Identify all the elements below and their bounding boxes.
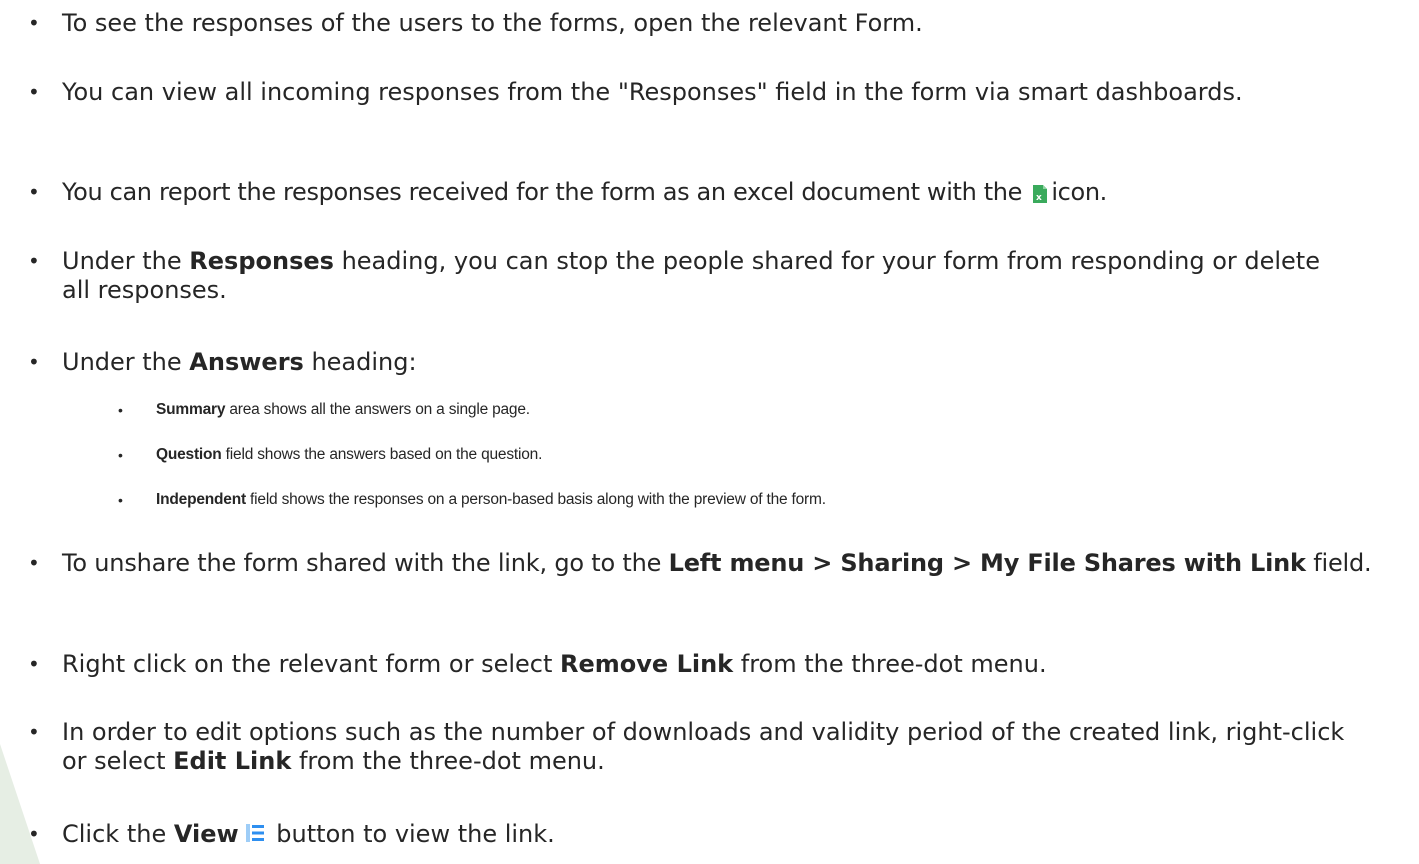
- text-run: field shows the answers based on the que…: [221, 446, 543, 463]
- bullet-marker: •: [28, 551, 40, 575]
- bullet-text: In order to edit options such as the num…: [62, 718, 1352, 776]
- svg-text:x: x: [1036, 193, 1042, 203]
- text-run: field shows the responses on a person-ba…: [245, 491, 826, 508]
- bullet-marker: •: [28, 720, 40, 744]
- bullet-text: To unshare the form shared with the link…: [62, 549, 1419, 578]
- text-run: field.: [1305, 549, 1372, 577]
- bullet-text: Under the Responses heading, you can sto…: [62, 247, 1322, 305]
- list-view-icon: [245, 824, 264, 842]
- bullet-marker: •: [118, 447, 123, 463]
- bullet-marker: •: [28, 11, 40, 35]
- bullet-marker: •: [28, 80, 40, 104]
- text-run: Under the: [62, 348, 190, 376]
- bold-term: Independent: [156, 491, 246, 508]
- text-run: Under the: [62, 247, 190, 275]
- bullet-text: Click the View button to view the link.: [62, 820, 1412, 849]
- text-run: area shows all the answers on a single p…: [225, 401, 530, 418]
- bold-term: Answers: [189, 348, 304, 376]
- text-run: icon.: [1051, 178, 1107, 206]
- bullet-marker: •: [28, 249, 40, 273]
- bullet-text: To see the responses of the users to the…: [62, 9, 923, 37]
- bullet-text: Under the Answers heading:: [62, 348, 1412, 377]
- bold-term: Left menu > Sharing > My File Shares wit…: [668, 549, 1306, 577]
- bold-term: Edit Link: [173, 747, 292, 775]
- bullet-text: Right click on the relevant form or sele…: [62, 650, 1412, 679]
- bold-term: Question: [156, 446, 222, 463]
- bullet-marker: •: [28, 350, 40, 374]
- text-run: from the three-dot menu.: [733, 650, 1047, 678]
- sub-bullet-text: Summary area shows all the answers on a …: [156, 400, 1396, 420]
- bullet-marker: •: [28, 180, 40, 204]
- text-run: from the three-dot menu.: [291, 747, 605, 775]
- text-run: heading:: [303, 348, 417, 376]
- text-run: Right click on the relevant form or sele…: [62, 650, 561, 678]
- bold-term: Summary: [156, 401, 226, 418]
- bullet-text: You can view all incoming responses from…: [62, 78, 1243, 106]
- excel-file-icon: x: [1033, 185, 1048, 203]
- bullet-marker: •: [118, 492, 123, 508]
- bold-term: Responses: [189, 247, 334, 275]
- sub-bullet-text: Question field shows the answers based o…: [156, 445, 1396, 465]
- bold-term: Remove Link: [560, 650, 734, 678]
- text-run: You can report the responses received fo…: [62, 178, 1030, 206]
- bullet-marker: •: [28, 822, 40, 846]
- text-run: button to view the link.: [268, 820, 555, 848]
- bullet-text: You can report the responses received fo…: [62, 178, 1419, 207]
- bold-term: View: [173, 820, 239, 848]
- sub-bullet-text: Independent field shows the responses on…: [156, 490, 1396, 510]
- bullet-marker: •: [118, 402, 123, 418]
- bullet-marker: •: [28, 652, 40, 676]
- text-run: To unshare the form shared with the link…: [62, 549, 669, 577]
- text-run: Click the: [62, 820, 174, 848]
